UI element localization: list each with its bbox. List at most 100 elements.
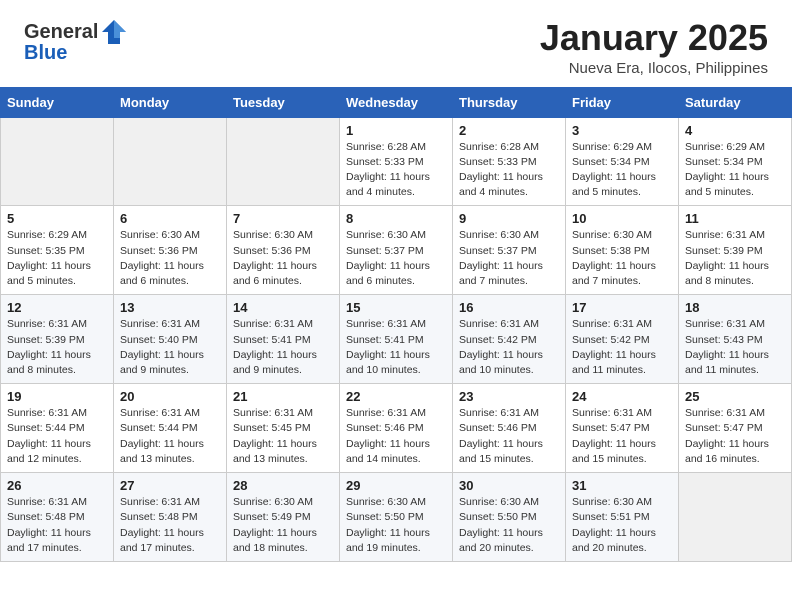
- logo-general-text: General: [24, 21, 98, 44]
- day-number: 16: [459, 300, 559, 315]
- day-info: Sunrise: 6:30 AM Sunset: 5:38 PM Dayligh…: [572, 228, 672, 289]
- day-number: 15: [346, 300, 446, 315]
- calendar-cell: 7 Sunrise: 6:30 AM Sunset: 5:36 PM Daylig…: [227, 206, 340, 295]
- location-title: Nueva Era, Ilocos, Philippines: [540, 60, 768, 77]
- calendar-cell: 27 Sunrise: 6:31 AM Sunset: 5:48 PM Dayli…: [114, 473, 227, 562]
- day-number: 25: [685, 389, 785, 404]
- day-info: Sunrise: 6:31 AM Sunset: 5:47 PM Dayligh…: [572, 406, 672, 467]
- day-info: Sunrise: 6:31 AM Sunset: 5:42 PM Dayligh…: [572, 317, 672, 378]
- calendar-table: SundayMondayTuesdayWednesdayThursdayFrid…: [0, 87, 792, 562]
- day-number: 22: [346, 389, 446, 404]
- day-number: 27: [120, 478, 220, 493]
- day-info: Sunrise: 6:31 AM Sunset: 5:47 PM Dayligh…: [685, 406, 785, 467]
- page-header: General Blue January 2025 Nueva Era, Ilo…: [0, 0, 792, 87]
- calendar-cell: 22 Sunrise: 6:31 AM Sunset: 5:46 PM Dayli…: [340, 384, 453, 473]
- calendar-cell: 2Sunrise: 6:28 AM Sunset: 5:33 PM Daylig…: [453, 117, 566, 206]
- day-info: Sunrise: 6:31 AM Sunset: 5:40 PM Dayligh…: [120, 317, 220, 378]
- day-number: 10: [572, 211, 672, 226]
- day-number: 2: [459, 123, 559, 138]
- calendar-cell: 14 Sunrise: 6:31 AM Sunset: 5:41 PM Dayli…: [227, 295, 340, 384]
- title-block: January 2025 Nueva Era, Ilocos, Philippi…: [540, 18, 768, 77]
- calendar-cell: [227, 117, 340, 206]
- calendar-cell: 20 Sunrise: 6:31 AM Sunset: 5:44 PM Dayli…: [114, 384, 227, 473]
- day-info: Sunrise: 6:30 AM Sunset: 5:50 PM Dayligh…: [459, 495, 559, 556]
- day-info: Sunrise: 6:28 AM Sunset: 5:33 PM Dayligh…: [346, 140, 446, 201]
- logo-blue-text: Blue: [24, 42, 67, 65]
- calendar-cell: 15Sunrise: 6:31 AM Sunset: 5:41 PM Dayli…: [340, 295, 453, 384]
- calendar-week-row: 12Sunrise: 6:31 AM Sunset: 5:39 PM Dayli…: [1, 295, 792, 384]
- calendar-header-wednesday: Wednesday: [340, 87, 453, 117]
- calendar-week-row: 1 Sunrise: 6:28 AM Sunset: 5:33 PM Daylig…: [1, 117, 792, 206]
- day-info: Sunrise: 6:30 AM Sunset: 5:49 PM Dayligh…: [233, 495, 333, 556]
- day-number: 4: [685, 123, 785, 138]
- day-info: Sunrise: 6:29 AM Sunset: 5:35 PM Dayligh…: [7, 228, 107, 289]
- calendar-cell: 3Sunrise: 6:29 AM Sunset: 5:34 PM Daylig…: [566, 117, 679, 206]
- day-info: Sunrise: 6:31 AM Sunset: 5:41 PM Dayligh…: [233, 317, 333, 378]
- day-number: 30: [459, 478, 559, 493]
- calendar-header-friday: Friday: [566, 87, 679, 117]
- calendar-cell: 21 Sunrise: 6:31 AM Sunset: 5:45 PM Dayli…: [227, 384, 340, 473]
- day-number: 24: [572, 389, 672, 404]
- day-number: 20: [120, 389, 220, 404]
- day-info: Sunrise: 6:31 AM Sunset: 5:44 PM Dayligh…: [120, 406, 220, 467]
- calendar-cell: 5 Sunrise: 6:29 AM Sunset: 5:35 PM Daylig…: [1, 206, 114, 295]
- calendar-cell: 10 Sunrise: 6:30 AM Sunset: 5:38 PM Dayli…: [566, 206, 679, 295]
- day-info: Sunrise: 6:30 AM Sunset: 5:51 PM Dayligh…: [572, 495, 672, 556]
- day-info: Sunrise: 6:31 AM Sunset: 5:39 PM Dayligh…: [685, 228, 785, 289]
- calendar-cell: 12Sunrise: 6:31 AM Sunset: 5:39 PM Dayli…: [1, 295, 114, 384]
- day-info: Sunrise: 6:31 AM Sunset: 5:46 PM Dayligh…: [346, 406, 446, 467]
- day-number: 17: [572, 300, 672, 315]
- calendar-cell: 16 Sunrise: 6:31 AM Sunset: 5:42 PM Dayli…: [453, 295, 566, 384]
- day-number: 9: [459, 211, 559, 226]
- calendar-cell: 9Sunrise: 6:30 AM Sunset: 5:37 PM Daylig…: [453, 206, 566, 295]
- day-number: 21: [233, 389, 333, 404]
- day-number: 11: [685, 211, 785, 226]
- day-number: 5: [7, 211, 107, 226]
- calendar-cell: 29Sunrise: 6:30 AM Sunset: 5:50 PM Dayli…: [340, 473, 453, 562]
- day-number: 29: [346, 478, 446, 493]
- calendar-header-tuesday: Tuesday: [227, 87, 340, 117]
- calendar-header-monday: Monday: [114, 87, 227, 117]
- calendar-week-row: 19 Sunrise: 6:31 AM Sunset: 5:44 PM Dayli…: [1, 384, 792, 473]
- day-info: Sunrise: 6:31 AM Sunset: 5:48 PM Dayligh…: [7, 495, 107, 556]
- day-info: Sunrise: 6:29 AM Sunset: 5:34 PM Dayligh…: [685, 140, 785, 201]
- day-number: 13: [120, 300, 220, 315]
- calendar-cell: 4 Sunrise: 6:29 AM Sunset: 5:34 PM Daylig…: [679, 117, 792, 206]
- day-info: Sunrise: 6:31 AM Sunset: 5:46 PM Dayligh…: [459, 406, 559, 467]
- calendar-cell: 25 Sunrise: 6:31 AM Sunset: 5:47 PM Dayli…: [679, 384, 792, 473]
- logo-icon: [100, 18, 128, 46]
- day-number: 12: [7, 300, 107, 315]
- calendar-cell: 13 Sunrise: 6:31 AM Sunset: 5:40 PM Dayli…: [114, 295, 227, 384]
- day-number: 14: [233, 300, 333, 315]
- day-info: Sunrise: 6:31 AM Sunset: 5:45 PM Dayligh…: [233, 406, 333, 467]
- calendar-cell: 31 Sunrise: 6:30 AM Sunset: 5:51 PM Dayli…: [566, 473, 679, 562]
- day-info: Sunrise: 6:30 AM Sunset: 5:37 PM Dayligh…: [346, 228, 446, 289]
- calendar-cell: 24 Sunrise: 6:31 AM Sunset: 5:47 PM Dayli…: [566, 384, 679, 473]
- calendar-cell: 30 Sunrise: 6:30 AM Sunset: 5:50 PM Dayli…: [453, 473, 566, 562]
- calendar-cell: 6Sunrise: 6:30 AM Sunset: 5:36 PM Daylig…: [114, 206, 227, 295]
- calendar-week-row: 26 Sunrise: 6:31 AM Sunset: 5:48 PM Dayli…: [1, 473, 792, 562]
- day-number: 26: [7, 478, 107, 493]
- day-number: 31: [572, 478, 672, 493]
- day-number: 23: [459, 389, 559, 404]
- day-number: 7: [233, 211, 333, 226]
- day-info: Sunrise: 6:30 AM Sunset: 5:36 PM Dayligh…: [233, 228, 333, 289]
- calendar-cell: [1, 117, 114, 206]
- calendar-header-row: SundayMondayTuesdayWednesdayThursdayFrid…: [1, 87, 792, 117]
- calendar-cell: 8 Sunrise: 6:30 AM Sunset: 5:37 PM Daylig…: [340, 206, 453, 295]
- calendar-cell: 19Sunrise: 6:31 AM Sunset: 5:44 PM Dayli…: [1, 384, 114, 473]
- calendar-cell: [114, 117, 227, 206]
- day-info: Sunrise: 6:31 AM Sunset: 5:48 PM Dayligh…: [120, 495, 220, 556]
- day-info: Sunrise: 6:29 AM Sunset: 5:34 PM Dayligh…: [572, 140, 672, 201]
- day-info: Sunrise: 6:31 AM Sunset: 5:42 PM Dayligh…: [459, 317, 559, 378]
- day-number: 1: [346, 123, 446, 138]
- day-number: 19: [7, 389, 107, 404]
- day-number: 28: [233, 478, 333, 493]
- calendar-cell: 26 Sunrise: 6:31 AM Sunset: 5:48 PM Dayli…: [1, 473, 114, 562]
- day-number: 8: [346, 211, 446, 226]
- calendar-cell: 23 Sunrise: 6:31 AM Sunset: 5:46 PM Dayli…: [453, 384, 566, 473]
- calendar-header-sunday: Sunday: [1, 87, 114, 117]
- calendar-cell: 18Sunrise: 6:31 AM Sunset: 5:43 PM Dayli…: [679, 295, 792, 384]
- calendar-cell: 1 Sunrise: 6:28 AM Sunset: 5:33 PM Daylig…: [340, 117, 453, 206]
- calendar-cell: 28 Sunrise: 6:30 AM Sunset: 5:49 PM Dayli…: [227, 473, 340, 562]
